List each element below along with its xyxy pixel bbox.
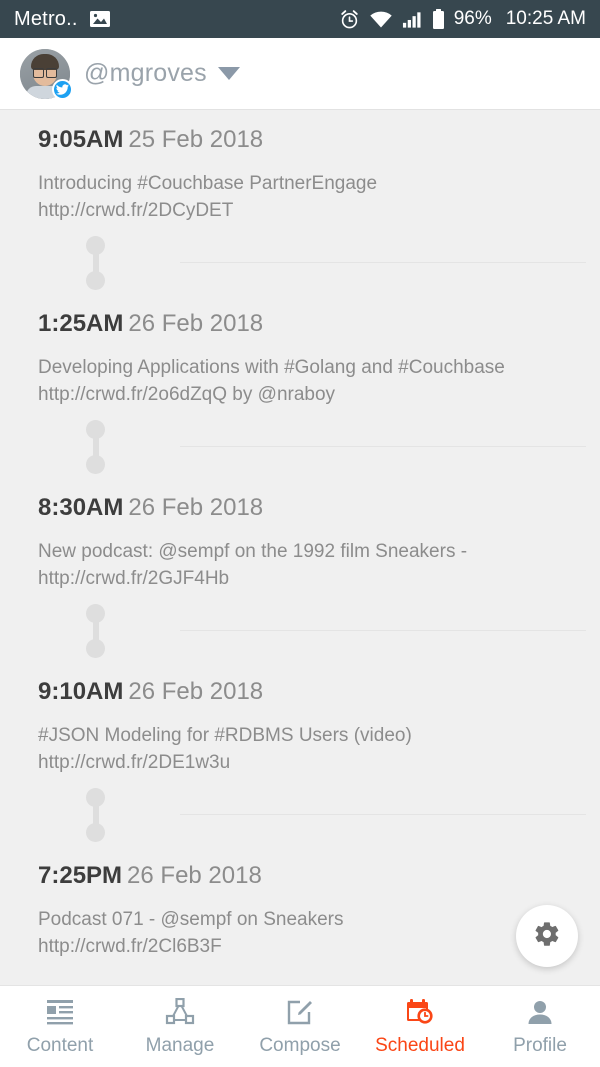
nav-item-profile[interactable]: Profile — [480, 996, 600, 1057]
post-date: 26 Feb 2018 — [128, 678, 264, 705]
battery-icon — [432, 8, 445, 30]
article-list-icon — [45, 996, 75, 1028]
image-icon — [89, 9, 111, 29]
status-bar: Metro.. 96% 10:25 AM — [0, 0, 600, 38]
post-link-line[interactable]: http://crwd.fr/2Cl6B3F — [38, 933, 580, 960]
timeline-connector — [0, 408, 600, 486]
bottom-navigation: Content Manage Compose Scheduled Profile — [0, 985, 600, 1067]
post-timestamp: 7:25PM 26 Feb 2018 — [38, 862, 580, 890]
list-item[interactable]: 1:25AM 26 Feb 2018 Developing Application… — [0, 302, 600, 408]
timeline-dots-icon — [86, 420, 105, 474]
list-item[interactable]: 9:10AM 26 Feb 2018 #JSON Modeling for #RD… — [0, 670, 600, 776]
post-text-line: Introducing #Couchbase PartnerEngage — [38, 173, 378, 194]
avatar[interactable] — [20, 48, 73, 100]
status-bar-right: 96% 10:25 AM — [339, 8, 586, 30]
post-time: 8:30AM — [38, 494, 124, 521]
post-link-line[interactable]: http://crwd.fr/2GJF4Hb — [38, 565, 580, 592]
post-link-line[interactable]: http://crwd.fr/2DCyDET — [38, 197, 580, 224]
calendar-clock-icon — [405, 996, 435, 1028]
list-item[interactable]: 7:25PM 26 Feb 2018 Podcast 071 - @sempf o… — [0, 854, 600, 960]
twitter-badge-icon — [52, 78, 73, 100]
wifi-icon — [369, 10, 393, 29]
nav-label: Scheduled — [375, 1035, 465, 1056]
post-time: 9:05AM — [38, 126, 124, 153]
post-time: 9:10AM — [38, 678, 124, 705]
post-timestamp: 8:30AM 26 Feb 2018 — [38, 494, 580, 522]
account-header[interactable]: @mgroves — [0, 38, 600, 110]
gear-icon — [533, 920, 561, 953]
post-date: 25 Feb 2018 — [128, 126, 264, 153]
post-date: 26 Feb 2018 — [128, 310, 264, 337]
nav-label: Profile — [513, 1035, 567, 1056]
pencil-square-icon — [285, 996, 315, 1028]
battery-percent-label: 96% — [453, 8, 492, 29]
chevron-down-icon[interactable] — [217, 67, 240, 80]
post-timestamp: 9:10AM 26 Feb 2018 — [38, 678, 580, 706]
post-text-line: New podcast: @sempf on the 1992 film Sne… — [38, 541, 468, 562]
timeline-dots-icon — [86, 236, 105, 290]
divider — [180, 814, 586, 815]
status-bar-left: Metro.. — [14, 8, 111, 31]
post-link-line[interactable]: http://crwd.fr/2DE1w3u — [38, 749, 580, 776]
cellular-signal-icon — [402, 10, 423, 29]
timeline-dots-icon — [86, 604, 105, 658]
post-date: 26 Feb 2018 — [127, 862, 262, 889]
settings-fab-button[interactable] — [516, 905, 578, 967]
divider — [180, 446, 586, 447]
post-text-line: Developing Applications with #Golang and… — [38, 357, 505, 378]
post-time: 7:25PM — [38, 862, 123, 889]
nav-item-content[interactable]: Content — [0, 996, 120, 1057]
timeline-connector — [0, 592, 600, 670]
person-icon — [525, 996, 555, 1028]
divider — [180, 630, 586, 631]
nav-item-manage[interactable]: Manage — [120, 996, 240, 1057]
network-nodes-icon — [165, 996, 195, 1028]
timeline-dots-icon — [86, 788, 105, 842]
alarm-clock-icon — [339, 9, 360, 30]
app-root: Metro.. 96% 10:25 AM @mgroves 9:05AM 25 … — [0, 0, 600, 1067]
nav-item-compose[interactable]: Compose — [240, 996, 360, 1057]
post-time: 1:25AM — [38, 310, 124, 337]
post-link-line[interactable]: http://crwd.fr/2o6dZqQ by @nraboy — [38, 381, 580, 408]
list-item[interactable]: 9:05AM 25 Feb 2018 Introducing #Couchbase… — [0, 118, 600, 224]
nav-label: Content — [26, 1035, 94, 1056]
divider — [180, 262, 586, 263]
account-handle-label: @mgroves — [84, 59, 207, 87]
timeline-connector — [0, 224, 600, 302]
post-date: 26 Feb 2018 — [128, 494, 264, 521]
post-timestamp: 1:25AM 26 Feb 2018 — [38, 310, 580, 338]
clock-label: 10:25 AM — [505, 8, 586, 29]
post-timestamp: 9:05AM 25 Feb 2018 — [38, 126, 580, 154]
nav-item-scheduled[interactable]: Scheduled — [360, 996, 480, 1057]
post-text-line: #JSON Modeling for #RDBMS Users (video) — [38, 725, 412, 746]
list-item[interactable]: 8:30AM 26 Feb 2018 New podcast: @sempf on… — [0, 486, 600, 592]
post-text-line: Podcast 071 - @sempf on Sneakers — [38, 909, 344, 930]
nav-label: Manage — [145, 1035, 215, 1056]
carrier-label: Metro.. — [14, 7, 78, 30]
nav-label: Compose — [259, 1035, 341, 1056]
timeline-connector — [0, 776, 600, 854]
scheduled-posts-list[interactable]: 9:05AM 25 Feb 2018 Introducing #Couchbase… — [0, 110, 600, 985]
